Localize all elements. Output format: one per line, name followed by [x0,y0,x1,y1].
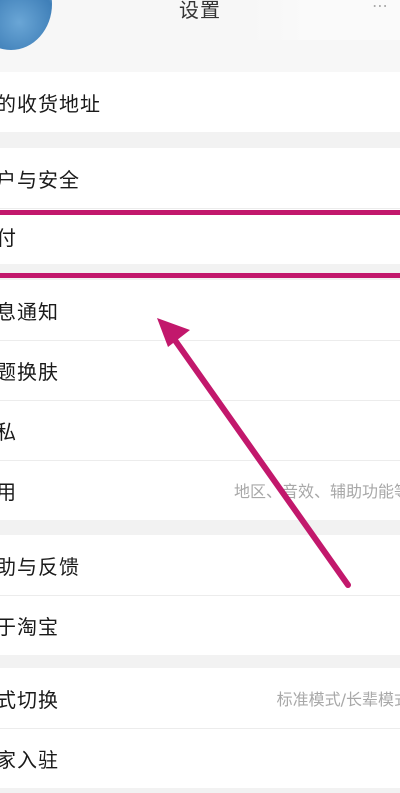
settings-group-help: 助与反馈 于淘宝 [0,535,400,655]
settings-item-theme[interactable]: 题换肤 [0,340,400,400]
settings-group-address: 的收货地址 [0,72,400,132]
settings-item-general[interactable]: 用 地区、音效、辅助功能等 [0,460,400,520]
settings-item-payment[interactable]: 付 [0,208,400,264]
settings-item-hint: 标准模式/长辈模式 [276,690,400,709]
settings-item-notifications[interactable]: 息通知 [0,280,400,340]
more-icon[interactable]: ⋯ [372,0,388,15]
settings-item-address[interactable]: 的收货地址 [0,72,400,132]
settings-group-account: 户与安全 付 [0,148,400,264]
settings-item-label: 的收货地址 [0,91,101,116]
settings-item-label: 家入驻 [0,747,59,772]
settings-item-help-feedback[interactable]: 助与反馈 [0,535,400,595]
settings-item-label: 付 [0,225,17,250]
top-header: 设置 ⋯ [0,0,400,72]
settings-item-label: 助与反馈 [0,554,80,579]
settings-item-label: 于淘宝 [0,614,59,639]
settings-item-privacy[interactable]: 私 [0,400,400,460]
settings-item-about[interactable]: 于淘宝 [0,595,400,655]
settings-item-label: 式切换 [0,687,59,712]
settings-group-general: 息通知 题换肤 私 用 地区、音效、辅助功能等 [0,280,400,520]
settings-item-hint: 地区、音效、辅助功能等 [233,482,400,501]
settings-item-label: 私 [0,419,17,444]
settings-item-label: 用 [0,479,17,504]
settings-item-merchant-join[interactable]: 家入驻 [0,728,400,788]
settings-item-label: 题换肤 [0,359,59,384]
settings-item-mode-switch[interactable]: 式切换 标准模式/长辈模式 [0,668,400,728]
settings-item-account-security[interactable]: 户与安全 [0,148,400,208]
settings-group-mode: 式切换 标准模式/长辈模式 家入驻 [0,668,400,788]
settings-item-label: 户与安全 [0,167,80,192]
settings-item-label: 息通知 [0,299,59,324]
